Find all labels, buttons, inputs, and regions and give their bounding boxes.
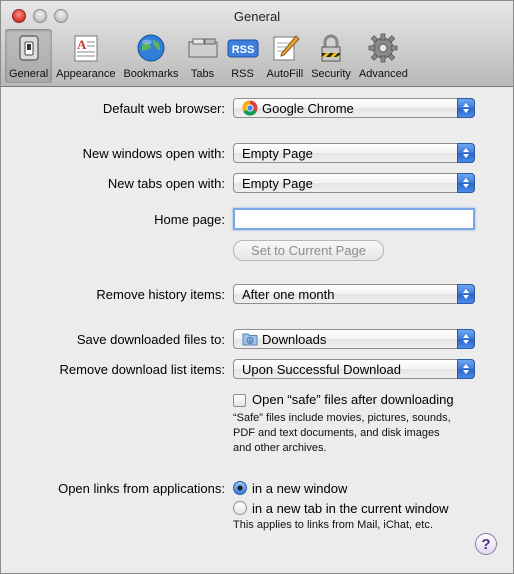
popup-arrows-icon xyxy=(457,173,475,193)
svg-text:RSS: RSS xyxy=(231,44,254,56)
security-lock-icon xyxy=(315,32,347,64)
tab-tabs-label: Tabs xyxy=(190,68,215,80)
advanced-gear-icon xyxy=(367,32,399,64)
new-tabs-popup[interactable]: Empty Page xyxy=(233,173,475,193)
preferences-toolbar: General A Appearance Bookmarks Tabs RSS … xyxy=(5,29,412,85)
remove-download-list-popup[interactable]: Upon Successful Download xyxy=(233,359,475,379)
popup-arrows-icon xyxy=(457,284,475,304)
new-tab-radio-label[interactable]: in a new tab in the current window xyxy=(252,501,449,516)
tab-rss-label: RSS xyxy=(231,68,254,80)
new-window-radio-label[interactable]: in a new window xyxy=(252,481,347,496)
remove-history-label: Remove history items: xyxy=(96,287,225,302)
tab-autofill-label: AutoFill xyxy=(266,68,304,80)
chrome-icon xyxy=(242,100,258,116)
tab-tabs[interactable]: Tabs xyxy=(183,29,223,83)
new-windows-value: Empty Page xyxy=(242,145,313,161)
svg-text:A: A xyxy=(77,37,87,52)
appearance-icon: A xyxy=(70,32,102,64)
tabs-icon xyxy=(187,32,219,64)
save-downloads-popup[interactable]: Downloads xyxy=(233,329,475,349)
tab-rss[interactable]: RSS RSS xyxy=(223,29,263,83)
default-browser-value: Google Chrome xyxy=(262,100,354,116)
bookmarks-globe-icon xyxy=(135,32,167,64)
popup-arrows-icon xyxy=(457,98,475,118)
general-switch-icon xyxy=(13,32,45,64)
default-browser-popup[interactable]: Google Chrome xyxy=(233,98,475,118)
safe-files-note-line-3: and other archives. xyxy=(233,442,327,454)
default-browser-label: Default web browser: xyxy=(102,101,225,116)
tab-appearance-label: Appearance xyxy=(56,68,116,80)
rss-icon: RSS xyxy=(227,32,259,64)
tab-autofill[interactable]: AutoFill xyxy=(263,29,308,83)
open-safe-files-checkbox[interactable] xyxy=(233,394,246,407)
new-window-radio[interactable] xyxy=(233,481,247,495)
safe-files-note-line-2: PDF and text documents, and disk images xyxy=(233,427,440,439)
new-tabs-value: Empty Page xyxy=(242,175,313,191)
autofill-pencil-icon xyxy=(269,32,301,64)
tab-appearance[interactable]: A Appearance xyxy=(52,29,119,83)
popup-arrows-icon xyxy=(457,359,475,379)
home-page-field[interactable] xyxy=(233,208,475,230)
new-tab-radio[interactable] xyxy=(233,501,247,515)
home-page-label: Home page: xyxy=(154,212,225,227)
tab-bookmarks[interactable]: Bookmarks xyxy=(119,29,182,83)
open-links-label: Open links from applications: xyxy=(58,481,225,496)
remove-download-list-label: Remove download list items: xyxy=(59,362,225,377)
save-downloads-label: Save downloaded files to: xyxy=(76,332,225,347)
tab-bookmarks-label: Bookmarks xyxy=(123,68,179,80)
downloads-folder-icon xyxy=(242,331,258,347)
tab-general[interactable]: General xyxy=(5,29,53,83)
window-title: General xyxy=(233,9,281,24)
remove-history-value: After one month xyxy=(242,286,335,302)
remove-download-list-value: Upon Successful Download xyxy=(242,361,401,377)
set-to-current-page-button[interactable]: Set to Current Page xyxy=(233,240,384,261)
help-button[interactable]: ? xyxy=(475,533,497,555)
popup-arrows-icon xyxy=(457,143,475,163)
popup-arrows-icon xyxy=(457,329,475,349)
general-pane: Default web browser: Google Chrome New w… xyxy=(1,88,513,573)
remove-history-popup[interactable]: After one month xyxy=(233,284,475,304)
tab-security-label: Security xyxy=(311,68,351,80)
open-safe-files-label[interactable]: Open “safe” files after downloading xyxy=(252,392,454,407)
save-downloads-value: Downloads xyxy=(262,331,327,347)
safe-files-note-line-1: “Safe” files include movies, pictures, s… xyxy=(233,412,451,424)
tab-general-label: General xyxy=(9,68,49,80)
titlebar: General General A Appearance Bookmarks T… xyxy=(1,1,513,87)
new-windows-popup[interactable]: Empty Page xyxy=(233,143,475,163)
new-tabs-label: New tabs open with: xyxy=(107,176,225,191)
tab-security[interactable]: Security xyxy=(307,29,355,83)
tab-advanced-label: Advanced xyxy=(358,68,408,80)
new-windows-label: New windows open with: xyxy=(82,146,225,161)
open-links-note: This applies to links from Mail, iChat, … xyxy=(233,519,433,531)
preferences-window: General General A Appearance Bookmarks T… xyxy=(0,0,514,574)
tab-advanced[interactable]: Advanced xyxy=(355,29,412,83)
